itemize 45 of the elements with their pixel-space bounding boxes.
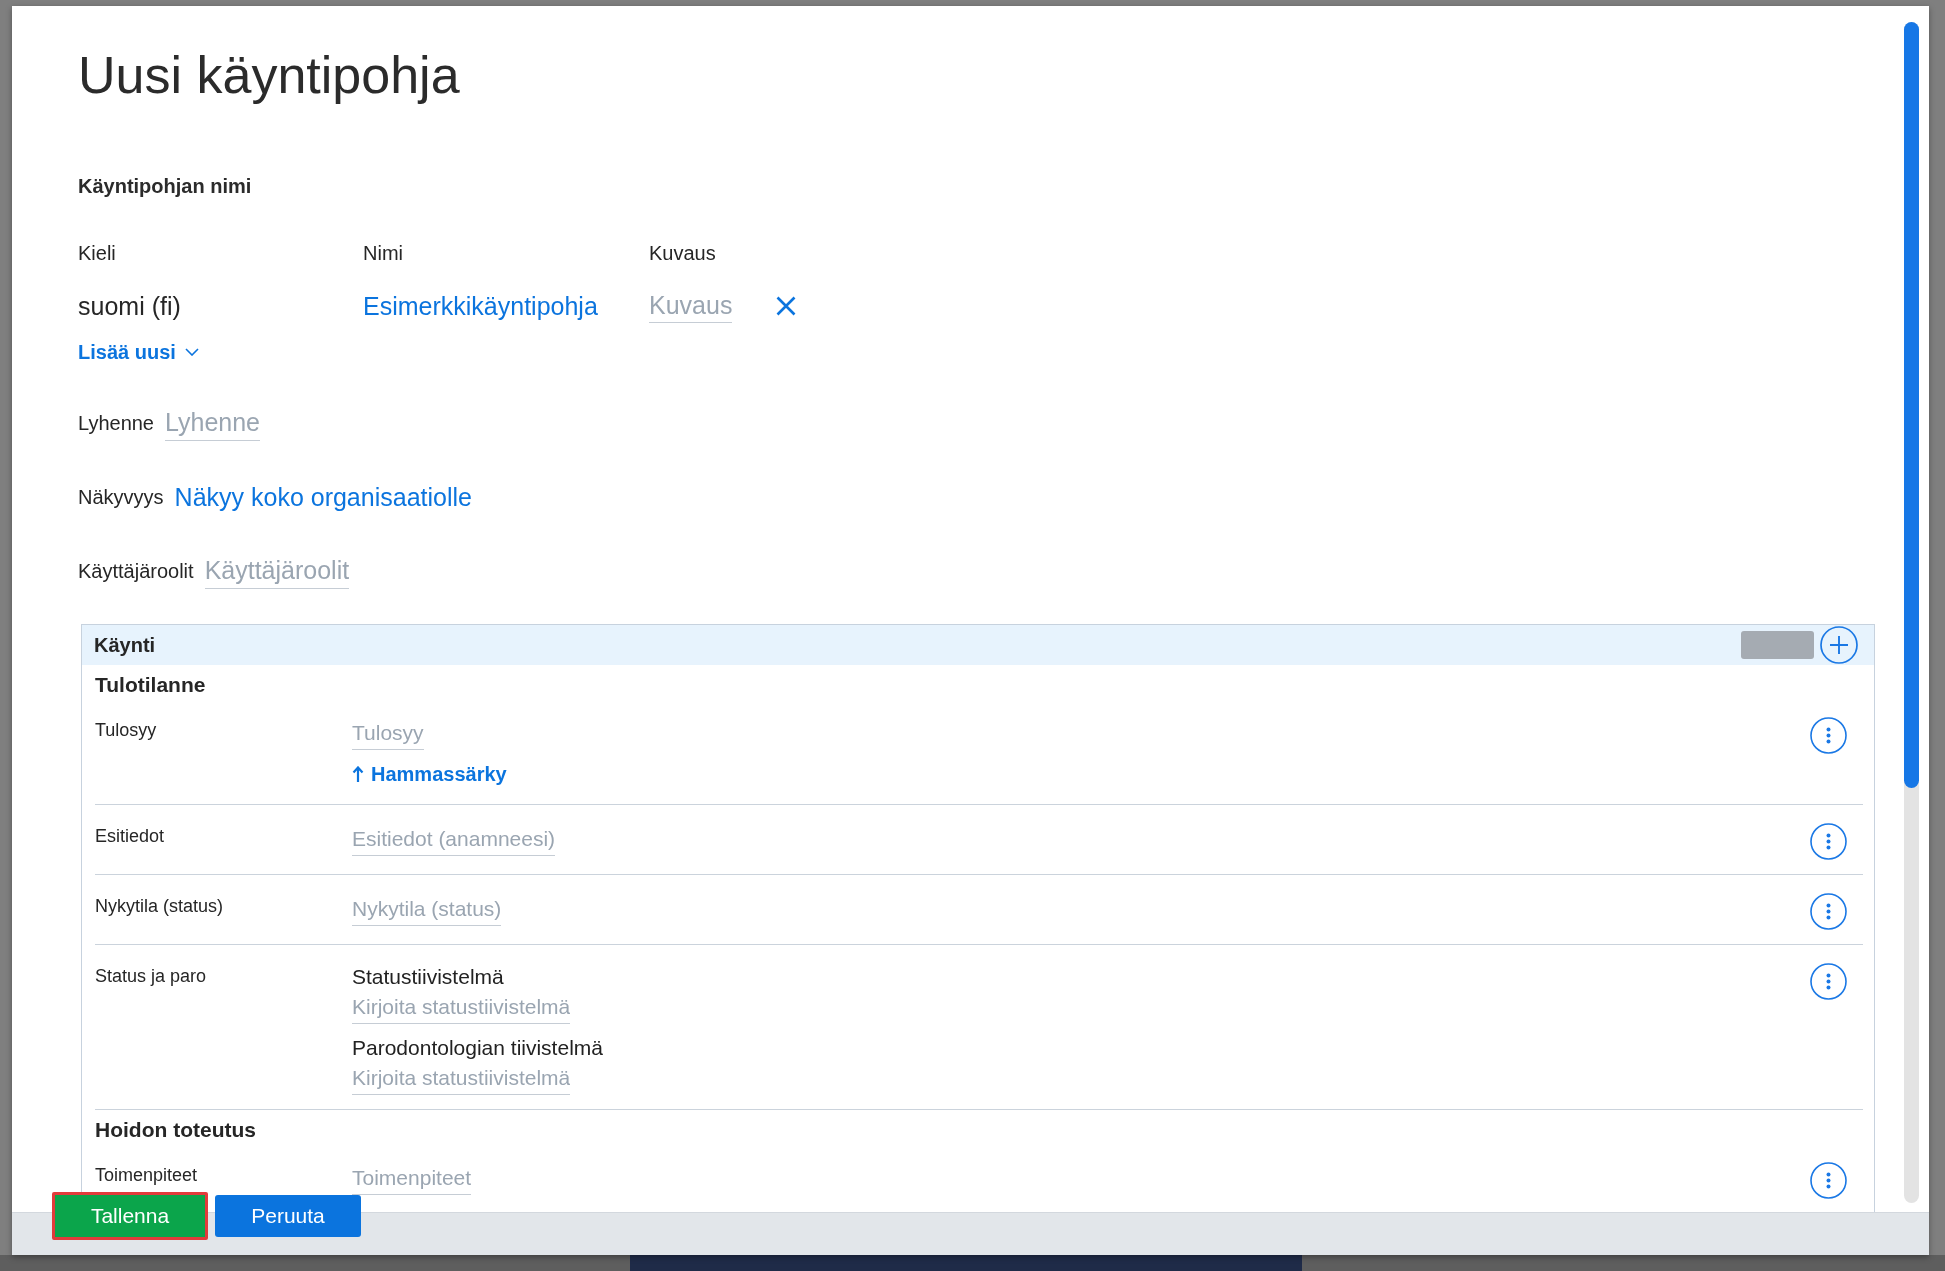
column-header: Nimi: [363, 241, 403, 266]
add-new-link[interactable]: Lisää uusi: [78, 338, 199, 366]
user-roles-field[interactable]: Käyttäjäroolit: [204, 553, 350, 589]
more-icon[interactable]: [1810, 893, 1847, 930]
field-label: Käyttäjäroolit: [78, 559, 194, 584]
column-header: Kieli: [78, 241, 116, 266]
more-icon[interactable]: [1810, 717, 1847, 754]
section-heading: Käyntipohjan nimi: [78, 174, 252, 199]
row-label: Status ja paro: [95, 965, 207, 988]
reason-link[interactable]: Hammassärky: [352, 758, 507, 790]
column-header: Kuvaus: [649, 241, 716, 266]
text-field[interactable]: Tulosyy: [352, 717, 424, 750]
abbreviation-field[interactable]: Lyhenne: [165, 405, 260, 441]
save-button[interactable]: Tallenna: [52, 1192, 208, 1240]
panel-title: Käynti: [94, 633, 156, 658]
subheading: Statustiivistelmä: [352, 964, 504, 990]
language-value: suomi (fi): [78, 290, 181, 322]
row-label: Nykytila (status): [95, 895, 224, 918]
arrow-up-icon: [352, 765, 364, 783]
description-field[interactable]: Kuvaus: [649, 288, 733, 323]
text-field[interactable]: Nykytila (status): [352, 893, 502, 926]
subheading: Parodontologian tiivistelmä: [352, 1035, 603, 1061]
dialog-title: Uusi käyntipohja: [78, 45, 460, 105]
visibility-link[interactable]: Näkyy koko organisaatiolle: [174, 480, 472, 514]
row-label: Toimenpiteet: [95, 1164, 198, 1187]
row-label: Esitiedot: [95, 825, 165, 848]
group-heading: Hoidon toteutus: [95, 1117, 256, 1143]
field-label: Näkyvyys: [78, 485, 164, 510]
field-label: Lyhenne: [78, 411, 154, 436]
cancel-button[interactable]: Peruuta: [215, 1195, 361, 1237]
text-field[interactable]: Kirjoita statustiivistelmä: [352, 991, 571, 1024]
more-icon[interactable]: [1810, 1162, 1847, 1199]
scrollbar-thumb[interactable]: [1904, 22, 1919, 788]
text-field[interactable]: Kirjoita statustiivistelmä: [352, 1062, 571, 1095]
chevron-down-icon: [184, 348, 199, 356]
scrollbar[interactable]: [1904, 22, 1919, 1203]
more-icon[interactable]: [1810, 963, 1847, 1000]
group-heading: Tulotilanne: [95, 672, 206, 698]
more-icon[interactable]: [1810, 823, 1847, 860]
close-icon[interactable]: [776, 295, 797, 316]
add-icon[interactable]: [1820, 626, 1858, 664]
text-field[interactable]: Esitiedot (anamneesi): [352, 823, 556, 856]
text-field[interactable]: Toimenpiteet: [352, 1162, 472, 1195]
row-label: Tulosyy: [95, 719, 157, 742]
name-field[interactable]: Esimerkkikäyntipohja: [363, 288, 598, 323]
